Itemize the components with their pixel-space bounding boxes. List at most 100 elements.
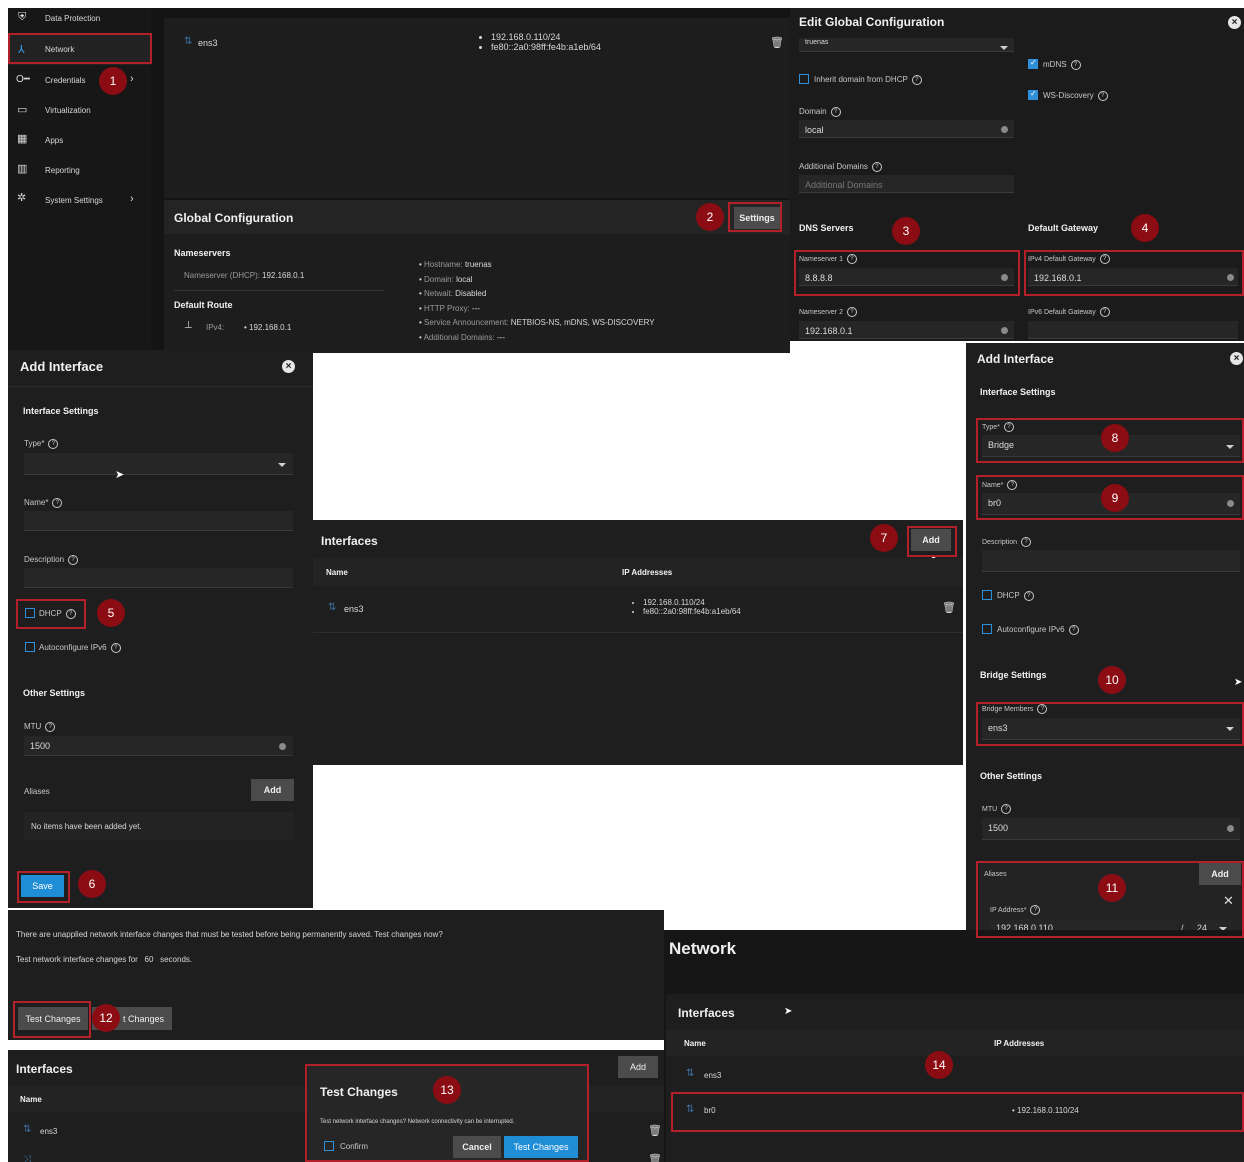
- interfaces-title: Interfaces: [16, 1062, 73, 1076]
- table-row[interactable]: ⇅ br0 • 192.168.0.110/24: [674, 1094, 1240, 1126]
- step-badge: 11: [1098, 874, 1126, 902]
- sidebar-item-network[interactable]: ⅄ Network: [8, 35, 151, 65]
- nameserver2-field[interactable]: 192.168.0.1: [799, 321, 1014, 339]
- test-changes-button[interactable]: Test Changes: [18, 1007, 88, 1030]
- hostname-field[interactable]: truenas: [799, 38, 1014, 52]
- add-alias-button[interactable]: Add: [251, 779, 294, 801]
- sidebar-item-apps[interactable]: ▦ Apps: [8, 128, 151, 154]
- nameserver1-field[interactable]: 8.8.8.8: [799, 268, 1014, 286]
- inherit-domain-checkbox[interactable]: [799, 74, 809, 84]
- name-label-text: Name*: [24, 498, 49, 508]
- name-field[interactable]: [24, 511, 293, 531]
- close-icon[interactable]: ×: [1230, 352, 1243, 365]
- trash-icon[interactable]: 🗑: [770, 36, 784, 49]
- ws-discovery-checkbox[interactable]: [1028, 89, 1038, 100]
- trash-icon[interactable]: 🗑: [648, 1153, 662, 1162]
- add-interface-button[interactable]: Add: [911, 529, 951, 551]
- interface-row[interactable]: ⇅ ens3 192.168.0.110/24 fe80::2a0:98ff:f…: [164, 18, 790, 198]
- description-field[interactable]: [24, 568, 293, 588]
- clear-icon[interactable]: [1001, 274, 1008, 281]
- add-interface-title: Add Interface: [20, 359, 104, 374]
- confirm-checkbox[interactable]: [324, 1141, 334, 1151]
- aliases-empty: No items have been added yet.: [24, 812, 294, 840]
- step-badge: 4: [1131, 214, 1159, 242]
- help-icon: ?: [45, 722, 56, 732]
- help-icon: ?: [1099, 307, 1110, 317]
- network-page-top: ⇅ ens3 192.168.0.110/24 fe80::2a0:98ff:f…: [151, 8, 790, 353]
- sidebar-item-label: Virtualization: [45, 106, 91, 115]
- confirm-label: Confirm: [340, 1142, 369, 1151]
- mouse-cursor-icon: ➤: [115, 469, 125, 481]
- sidebar-item-label: System Settings: [45, 196, 103, 205]
- step-badge: 12: [92, 1004, 120, 1032]
- bridge-members-value: ens3: [988, 723, 1008, 733]
- trash-icon[interactable]: 🗑: [942, 601, 956, 614]
- help-icon: ?: [871, 162, 882, 172]
- dhcp-checkbox[interactable]: [982, 590, 992, 600]
- ip-address-text: IP Address*: [990, 906, 1027, 914]
- table-row[interactable]: ⇅ ens3: [666, 1060, 1244, 1090]
- description-field[interactable]: [982, 550, 1240, 572]
- clear-icon[interactable]: [1227, 825, 1234, 832]
- clear-icon[interactable]: [1001, 327, 1008, 334]
- close-icon[interactable]: ✕: [1223, 893, 1234, 909]
- autoconfigure-ipv6-checkbox[interactable]: [25, 642, 35, 652]
- add-alias-button[interactable]: Add: [1199, 863, 1241, 885]
- network-title: Network: [669, 939, 737, 958]
- clear-icon[interactable]: [279, 743, 286, 750]
- help-icon: ?: [1001, 804, 1012, 814]
- interfaces-mid-panel: Interfaces Add ➤ Name IP Addresses ⇅ ens…: [313, 520, 963, 765]
- settings-button[interactable]: Settings: [734, 207, 780, 229]
- edit-global-panel: Edit Global Configuration × truenas Inhe…: [790, 8, 1244, 341]
- dialog-message: Test network interface changes? Network …: [320, 1119, 515, 1125]
- mdns-checkbox[interactable]: [1028, 58, 1038, 69]
- clear-icon[interactable]: [1001, 126, 1008, 133]
- sidebar-item-data-protection[interactable]: ⛨ Data Protection: [8, 8, 151, 30]
- help-icon: ?: [1021, 537, 1032, 547]
- mtu-field[interactable]: 1500: [24, 736, 293, 756]
- close-icon[interactable]: ×: [282, 360, 295, 373]
- clear-icon[interactable]: [1227, 500, 1234, 507]
- step-badge: 5: [97, 599, 125, 627]
- domain-label-text: Domain: [799, 107, 827, 117]
- gear-icon: ✲: [17, 192, 27, 204]
- sidebar-item-reporting[interactable]: ▥ Reporting: [8, 158, 151, 184]
- sidebar-item-label: Data Protection: [45, 14, 101, 23]
- empty-text: No items have been added yet.: [31, 822, 142, 831]
- clear-icon[interactable]: [1227, 274, 1234, 281]
- hostname-value: truenas: [805, 39, 829, 46]
- domain-field[interactable]: local: [799, 120, 1014, 138]
- interface-name: ens3: [40, 1127, 58, 1136]
- ipv4-gateway-field[interactable]: 192.168.0.1: [1028, 268, 1238, 286]
- save-button[interactable]: Save: [21, 875, 64, 897]
- table-row[interactable]: ⇅ ens3 192.168.0.110/24 fe80::2a0:98ff:f…: [313, 588, 963, 633]
- ipv6-gateway-field[interactable]: [1028, 321, 1238, 339]
- ipv6-gateway-label: IPv6 Default Gateway?: [1028, 307, 1110, 317]
- global-config-card: Global Configuration Settings Nameserver…: [164, 200, 790, 353]
- dhcp-checkbox[interactable]: [25, 608, 35, 618]
- chevron-down-icon: [1226, 445, 1234, 449]
- aliases-label: Aliases: [24, 787, 50, 796]
- mtu-field[interactable]: 1500: [982, 818, 1240, 840]
- mtu-label: MTU?: [24, 722, 56, 732]
- help-icon: ?: [1037, 704, 1048, 714]
- cancel-button[interactable]: Cancel: [453, 1136, 501, 1158]
- sidebar-item-virtualization[interactable]: ▭ Virtualization: [8, 98, 151, 124]
- edit-global-title: Edit Global Configuration: [799, 15, 945, 29]
- mouse-cursor-icon: ➤: [784, 1006, 793, 1017]
- trash-icon[interactable]: 🗑: [648, 1124, 662, 1137]
- sidebar-item-system-settings[interactable]: ✲ System Settings ›: [8, 188, 151, 214]
- mtu-label-text: MTU: [982, 805, 998, 813]
- dhcp-label-text: DHCP: [997, 591, 1020, 601]
- sidebar-item-credentials[interactable]: O━ Credentials ›: [8, 68, 151, 94]
- test-changes-confirm-button[interactable]: Test Changes: [504, 1136, 578, 1158]
- type-select[interactable]: [24, 453, 293, 475]
- add-interface-button[interactable]: Add: [618, 1056, 658, 1078]
- detail-domain: • Domain: local: [419, 274, 473, 284]
- additional-domains-field[interactable]: Additional Domains: [799, 175, 1014, 193]
- nameserver2-value: 192.168.0.1: [805, 326, 853, 336]
- bridge-members-select[interactable]: ens3: [982, 718, 1240, 740]
- chevron-right-icon: ›: [130, 193, 134, 205]
- close-icon[interactable]: ×: [1228, 16, 1241, 29]
- autoconfigure-ipv6-checkbox[interactable]: [982, 624, 992, 634]
